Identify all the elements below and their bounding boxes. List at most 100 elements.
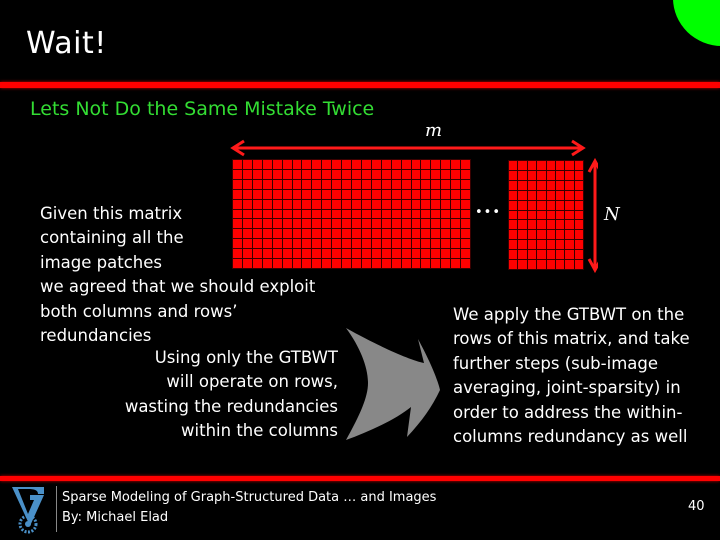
matrix-cell bbox=[252, 169, 262, 179]
matrix-cell bbox=[518, 250, 527, 260]
matrix-cell bbox=[391, 259, 401, 268]
matrix-cell bbox=[527, 260, 537, 269]
matrix-cell bbox=[518, 180, 527, 190]
text-line: will operate on rows, bbox=[166, 372, 338, 392]
matrix-cell bbox=[518, 260, 527, 269]
matrix-cell bbox=[233, 169, 242, 179]
matrix-cell bbox=[441, 199, 451, 209]
matrix-cell bbox=[441, 259, 451, 268]
matrix-cell bbox=[555, 260, 565, 269]
matrix-cell bbox=[352, 169, 361, 179]
matrix-cell bbox=[546, 180, 555, 190]
ellipsis-dots: ••• bbox=[475, 205, 502, 220]
matrix-cell bbox=[518, 200, 527, 210]
matrix-cell bbox=[461, 189, 470, 199]
matrix-cell bbox=[461, 219, 470, 229]
footer-author: By: Michael Elad bbox=[62, 510, 169, 525]
matrix-cell bbox=[352, 189, 361, 199]
matrix-cell bbox=[421, 199, 431, 209]
matrix-cell bbox=[411, 179, 421, 189]
matrix-cell bbox=[527, 240, 537, 250]
matrix-cell bbox=[441, 179, 451, 189]
matrix-cell bbox=[509, 200, 518, 210]
matrix-cell bbox=[401, 179, 411, 189]
matrix-cell bbox=[361, 169, 371, 179]
matrix-cell bbox=[342, 229, 351, 239]
matrix-cell bbox=[361, 199, 371, 209]
matrix-cell bbox=[381, 199, 391, 209]
matrix-cell bbox=[527, 170, 537, 180]
matrix-cell bbox=[292, 169, 302, 179]
matrix-cell bbox=[574, 170, 583, 180]
text-line: wasting the redundancies bbox=[124, 396, 338, 416]
matrix-cell bbox=[431, 160, 441, 169]
matrix-cell bbox=[361, 249, 371, 259]
matrix-cell bbox=[441, 189, 451, 199]
matrix-cell bbox=[546, 220, 555, 230]
matrix-cell bbox=[361, 219, 371, 229]
matrix-cell bbox=[546, 200, 555, 210]
matrix-cell bbox=[332, 199, 342, 209]
matrix-cell bbox=[555, 230, 565, 240]
matrix-cell bbox=[342, 209, 351, 219]
matrix-cell bbox=[391, 169, 401, 179]
matrix-cell bbox=[421, 249, 431, 259]
matrix-cell bbox=[555, 190, 565, 200]
matrix-cell bbox=[431, 209, 441, 219]
matrix-cell bbox=[312, 160, 322, 169]
matrix-cell bbox=[352, 199, 361, 209]
page-number: 40 bbox=[688, 499, 705, 514]
matrix-cell bbox=[272, 189, 282, 199]
matrix-cell bbox=[509, 240, 518, 250]
matrix-cell bbox=[546, 210, 555, 220]
matrix-cell bbox=[272, 179, 282, 189]
footer-divider-line bbox=[0, 476, 720, 481]
matrix-cell bbox=[509, 190, 518, 200]
matrix-cell bbox=[381, 259, 391, 268]
matrix-cell bbox=[451, 199, 461, 209]
matrix-cell bbox=[342, 249, 351, 259]
matrix-right-block bbox=[508, 160, 584, 270]
matrix-cell bbox=[565, 240, 574, 250]
matrix-cell bbox=[252, 189, 262, 199]
text-line: rows of this matrix, and take bbox=[453, 329, 690, 349]
matrix-cell bbox=[555, 161, 565, 170]
matrix-cell bbox=[322, 199, 332, 209]
matrix-cell bbox=[322, 219, 332, 229]
matrix-cell bbox=[292, 179, 302, 189]
matrix-cell bbox=[527, 161, 537, 170]
matrix-cell bbox=[322, 229, 332, 239]
text-line: within the columns bbox=[181, 421, 338, 441]
text-line: image patches bbox=[40, 252, 162, 272]
matrix-cell bbox=[461, 199, 470, 209]
matrix-cell bbox=[242, 160, 252, 169]
corner-decoration-circle bbox=[673, 0, 720, 46]
matrix-cell bbox=[411, 259, 421, 268]
arrow-right-icon bbox=[346, 328, 440, 440]
matrix-cell bbox=[391, 239, 401, 249]
text-line: order to address the within- bbox=[453, 402, 683, 422]
matrix-cell bbox=[411, 249, 421, 259]
matrix-cell bbox=[431, 229, 441, 239]
matrix-cell bbox=[371, 219, 381, 229]
matrix-cell bbox=[574, 230, 583, 240]
matrix-cell bbox=[421, 209, 431, 219]
matrix-cell bbox=[381, 229, 391, 239]
matrix-cell bbox=[332, 179, 342, 189]
text-line: We apply the GTBWT on the bbox=[453, 305, 685, 324]
matrix-cell bbox=[391, 199, 401, 209]
matrix-cell bbox=[527, 230, 537, 240]
matrix-cell bbox=[565, 170, 574, 180]
matrix-cell bbox=[421, 229, 431, 239]
matrix-cell bbox=[391, 209, 401, 219]
matrix-cell bbox=[461, 160, 470, 169]
matrix-cell bbox=[391, 249, 401, 259]
matrix-cell bbox=[574, 210, 583, 220]
height-label-n: N bbox=[604, 204, 620, 225]
matrix-cell bbox=[352, 229, 361, 239]
matrix-cell bbox=[537, 210, 546, 220]
matrix-cell bbox=[537, 220, 546, 230]
matrix-cell bbox=[282, 179, 292, 189]
matrix-cell bbox=[421, 169, 431, 179]
text-line: redundancies bbox=[40, 326, 152, 346]
